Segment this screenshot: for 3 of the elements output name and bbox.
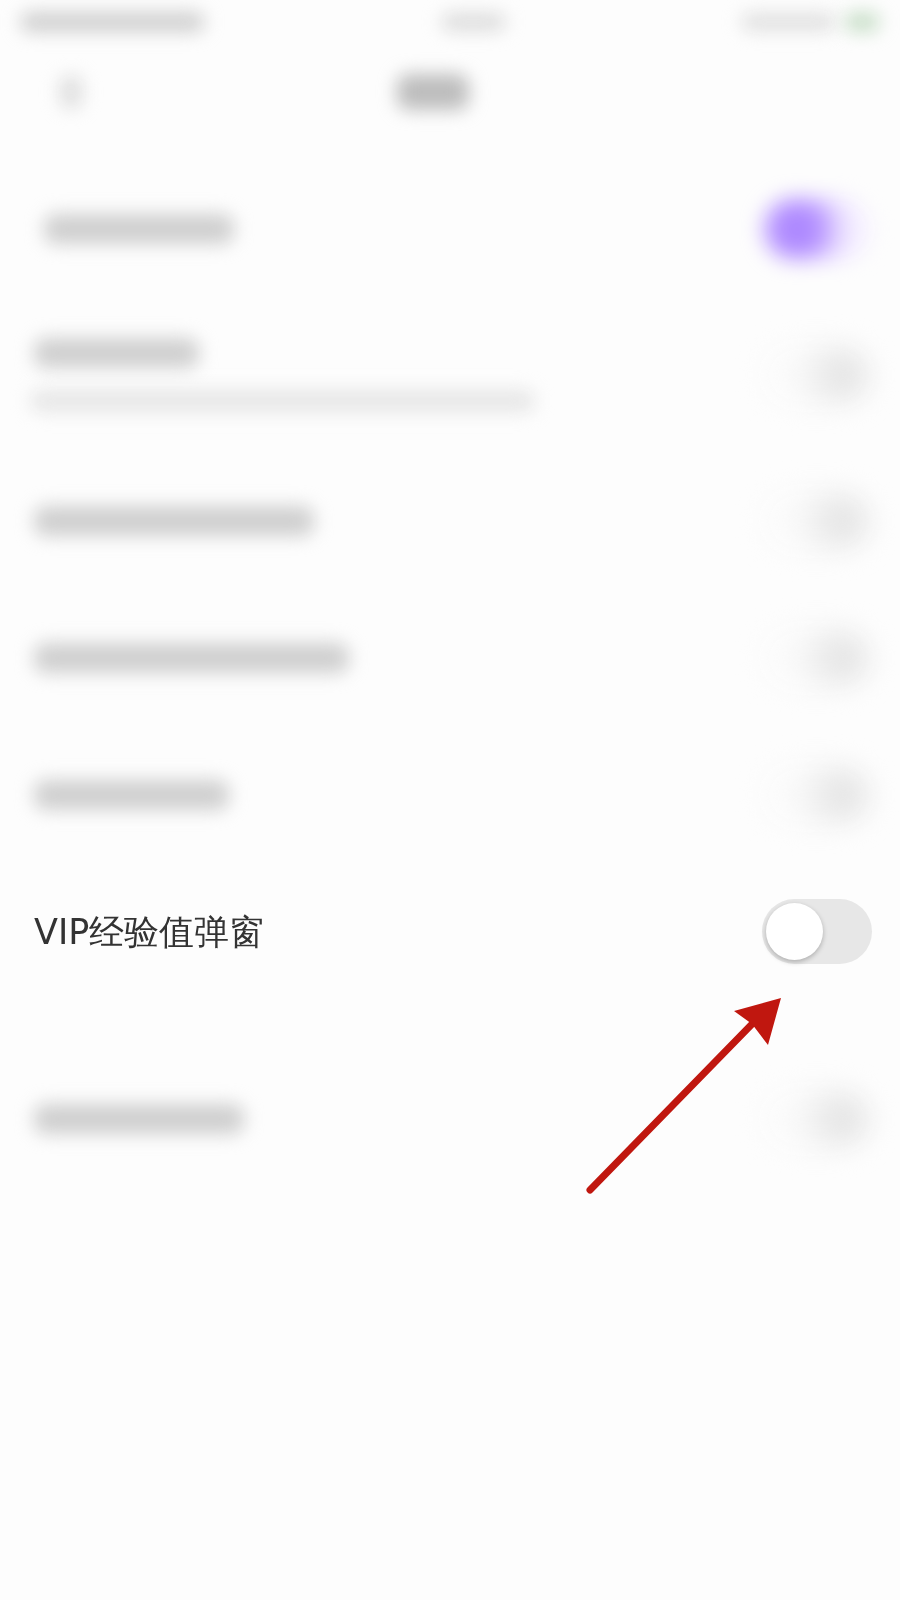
blurred-toggle[interactable] [762,196,872,261]
setting-label: VIP经验值弹窗 [34,910,265,953]
blurred-battery-icon [844,12,880,32]
